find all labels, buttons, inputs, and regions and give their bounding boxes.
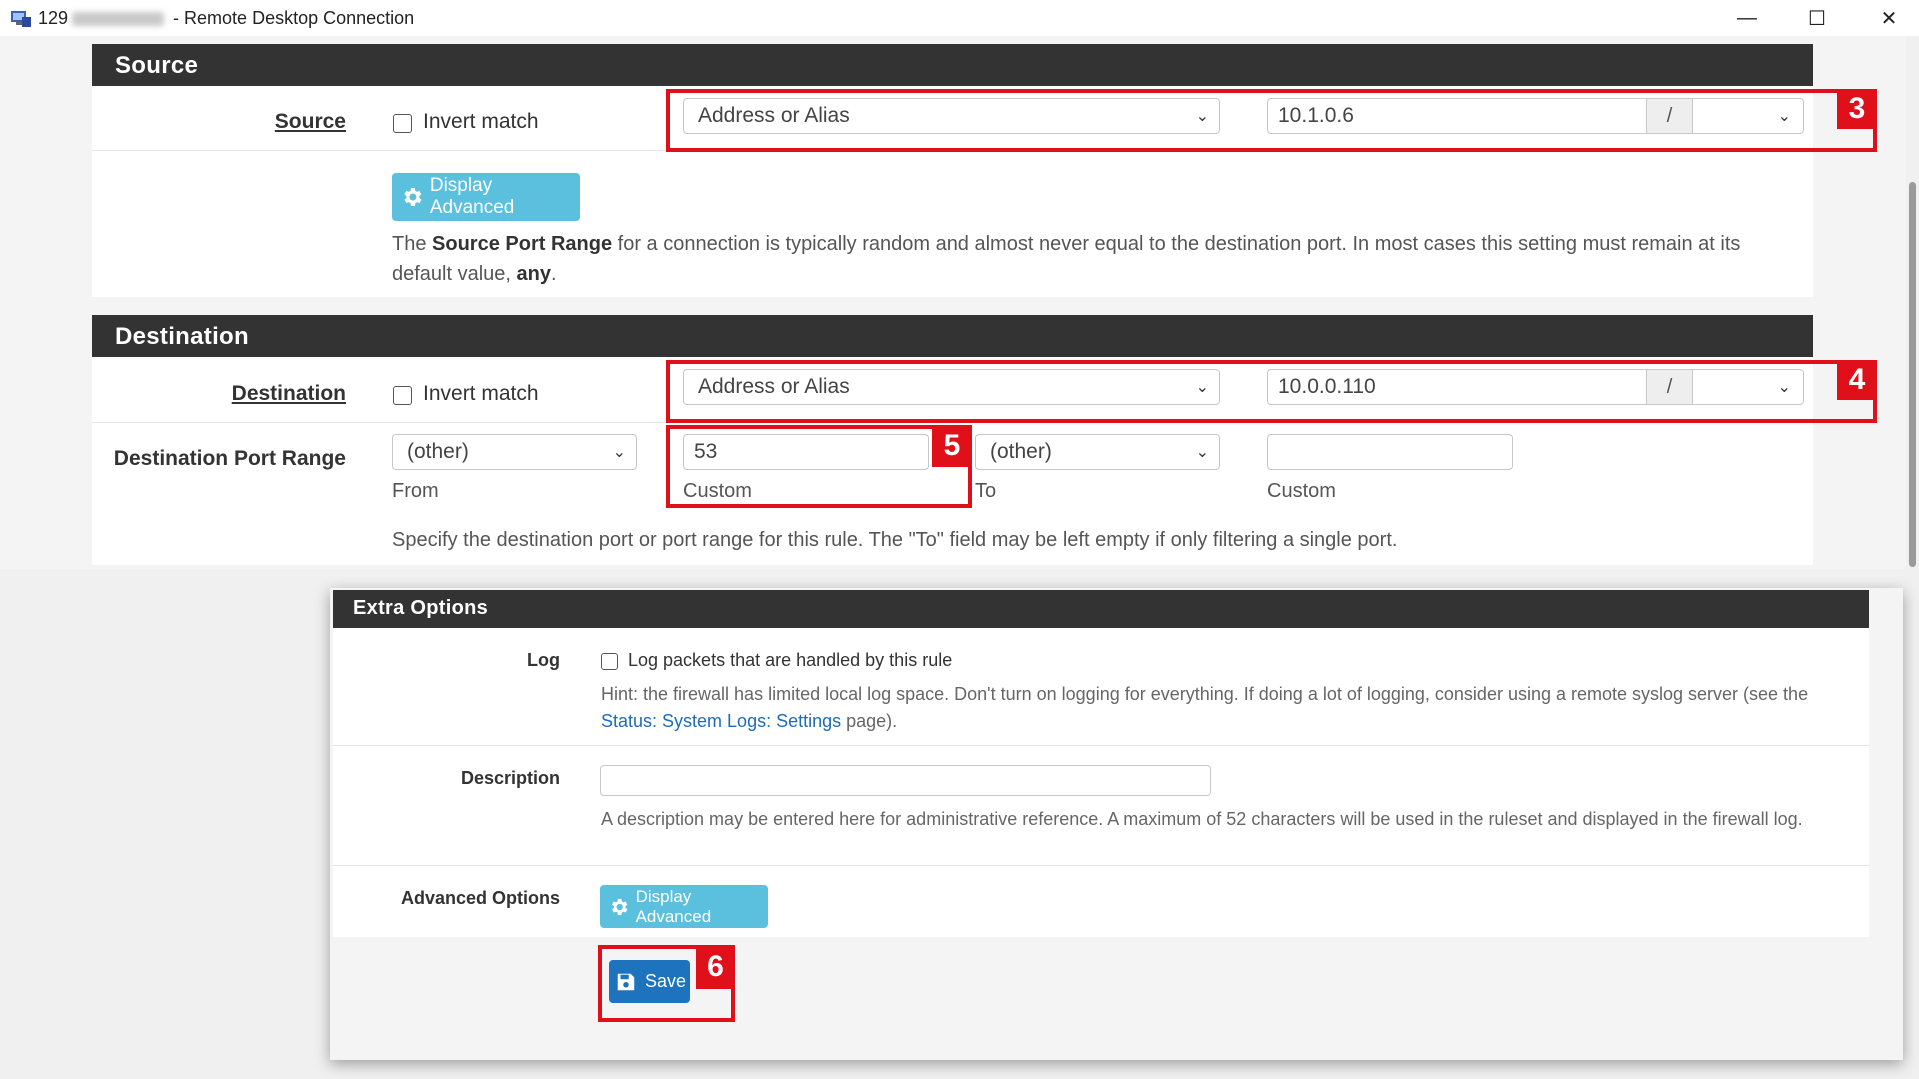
destination-panel-header: Destination [92, 315, 1813, 357]
extra-options-header: Extra Options [333, 590, 1869, 628]
annotation-badge-3: 3 [1837, 89, 1877, 129]
destination-port-to-select[interactable]: (other) ⌄ [975, 434, 1220, 470]
source-invert-label: Invert match [423, 110, 539, 133]
log-hint-text: page). [841, 711, 898, 731]
chevron-down-icon: ⌄ [1195, 444, 1209, 461]
log-checkbox-label: Log packets that are handled by this rul… [628, 650, 953, 670]
from-select-value: (other) [407, 440, 469, 463]
window-title: 129 - Remote Desktop Connection [38, 8, 414, 29]
redacted-ip [72, 12, 165, 27]
help-bold-term: Source Port Range [432, 233, 613, 255]
description-help: A description may be entered here for ad… [601, 809, 1803, 829]
log-label: Log [527, 650, 560, 670]
annotation-badge-6: 6 [696, 945, 735, 989]
destination-port-from-select[interactable]: (other) ⌄ [392, 434, 637, 470]
annotation-badge-4: 4 [1837, 360, 1877, 400]
help-bold-term: any [516, 263, 551, 285]
log-checkbox[interactable] [601, 653, 618, 670]
log-row-divider [333, 745, 1869, 746]
source-panel-header: Source [92, 44, 1813, 86]
scrollbar-thumb[interactable] [1909, 182, 1916, 567]
destination-label: Destination [231, 382, 346, 405]
annotation-box-5 [666, 425, 972, 508]
annotation-box-4 [666, 360, 1877, 423]
advanced-options-label: Advanced Options [400, 888, 560, 908]
from-label: From [392, 480, 439, 502]
source-invert-checkbox[interactable] [393, 114, 412, 133]
chevron-down-icon: ⌄ [612, 444, 626, 461]
maximize-button[interactable]: ☐ [1787, 0, 1847, 36]
annotation-badge-5: 5 [932, 425, 972, 467]
window-title-host: 129 [38, 8, 69, 28]
source-display-advanced-button[interactable]: Display Advanced [392, 173, 580, 221]
status-system-logs-link[interactable]: Status: System Logs: Settings [601, 711, 841, 731]
destination-invert-checkbox[interactable] [393, 386, 412, 405]
to-label: To [975, 480, 997, 502]
remote-desktop-icon [11, 11, 31, 27]
help-text-part: The [392, 233, 433, 255]
description-label: Description [460, 768, 560, 788]
annotation-box-3 [666, 89, 1877, 152]
destination-port-range-label: Destination Port Range [113, 447, 346, 470]
gear-icon [404, 188, 422, 206]
to-select-value: (other) [990, 440, 1052, 463]
destination-port-help: Specify the destination port or port ran… [392, 529, 1398, 551]
description-input[interactable] [600, 765, 1211, 796]
extra-display-advanced-button[interactable]: Display Advanced [600, 885, 768, 928]
window-title-app: - Remote Desktop Connection [168, 8, 415, 28]
source-display-advanced-label: Display Advanced [429, 175, 515, 218]
close-button[interactable]: ✕ [1859, 0, 1919, 36]
destination-port-to-custom-input[interactable] [1267, 434, 1513, 470]
to-custom-label: Custom [1267, 480, 1336, 502]
gear-icon [611, 898, 628, 915]
destination-invert-label: Invert match [423, 382, 539, 405]
extra-display-advanced-label: Display Advanced [635, 886, 712, 926]
rdp-title-bar: 129 - Remote Desktop Connection — ☐ ✕ [0, 0, 1919, 36]
minimize-button[interactable]: — [1717, 0, 1777, 36]
log-hint: Hint: the firewall has limited local log… [601, 681, 1851, 735]
description-row-divider [333, 865, 1869, 866]
source-label: Source [274, 110, 346, 133]
log-hint-text: Hint: the firewall has limited local log… [601, 684, 1809, 704]
help-text-part: . [551, 263, 557, 285]
source-port-help: The Source Port Range for a connection i… [392, 229, 1802, 289]
